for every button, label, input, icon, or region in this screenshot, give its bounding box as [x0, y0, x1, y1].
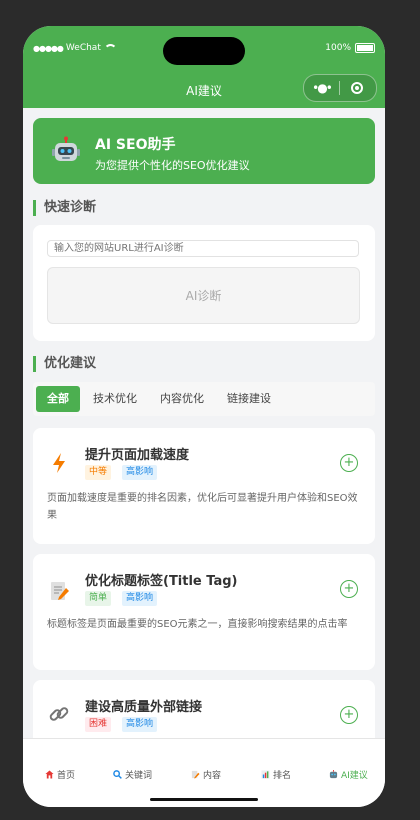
card-title: 建设高质量外部链接	[85, 700, 203, 715]
memo-icon	[191, 770, 200, 779]
tabbar-item-ai[interactable]: AI建议	[329, 768, 368, 781]
impact-badge: 高影响	[122, 465, 158, 480]
add-suggestion-button[interactable]: +	[340, 580, 358, 598]
tabbar-label: AI建议	[341, 771, 368, 781]
battery-percent: 100%	[325, 43, 351, 53]
tab-content[interactable]: 内容优化	[152, 386, 212, 412]
ai-diagnose-button[interactable]: AI诊断	[47, 267, 360, 324]
link-icon	[49, 707, 69, 721]
hero-title: AI SEO助手	[95, 137, 176, 153]
add-suggestion-button[interactable]: +	[340, 454, 358, 472]
tabbar-item-ranking[interactable]: 排名	[261, 768, 291, 781]
card-title: 提升页面加载速度	[85, 448, 190, 463]
suggestion-card[interactable]: 建设高质量外部链接 困难 高影响 +	[33, 680, 375, 738]
wifi-icon	[103, 44, 117, 52]
card-title: 优化标题标签(Title Tag)	[85, 574, 238, 589]
tab-technical[interactable]: 技术优化	[85, 386, 145, 412]
tabbar-label: 首页	[57, 771, 76, 781]
memo-icon	[51, 582, 69, 600]
tabbar-label: 关键词	[125, 771, 153, 781]
card-description: 页面加载速度是重要的排名因素，优化后可显著提升用户体验和SEO效果	[47, 493, 358, 521]
tab-links[interactable]: 链接建设	[219, 386, 279, 412]
signal-icon: ●●●●●	[33, 43, 64, 53]
suggestion-card[interactable]: 提升页面加载速度 中等 高影响 + 页面加载速度是重要的排名因素，优化后可显著提…	[33, 428, 375, 544]
home-indicator[interactable]	[150, 798, 258, 801]
tabbar-item-keywords[interactable]: 关键词	[113, 768, 152, 781]
tabbar-item-home[interactable]: 首页	[45, 768, 75, 781]
tabbar-label: 排名	[273, 771, 292, 781]
suggestion-tabs: 全部 技术优化 内容优化 链接建设	[33, 382, 375, 416]
carrier-label: WeChat	[65, 43, 101, 53]
robot-icon	[329, 770, 338, 779]
main-content[interactable]: AI SEO助手 为您提供个性化的SEO优化建议 快速诊断 AI诊断 优化建议 …	[23, 108, 385, 738]
bottom-tab-bar: 首页 关键词 内容 排名 AI建议	[23, 738, 385, 807]
url-input[interactable]	[47, 240, 359, 257]
bar-chart-icon	[261, 770, 270, 779]
signal-area: ●●●●● WeChat	[33, 43, 117, 53]
dynamic-island	[163, 37, 245, 65]
phone-screen: ●●●●● WeChat 100% AI建议 •●• AI SEO助手 为您提供…	[23, 26, 385, 807]
robot-icon	[52, 136, 80, 161]
impact-badge: 高影响	[122, 591, 158, 606]
card-description: 标题标签是页面最重要的SEO元素之一，直接影响搜索结果的点击率	[47, 619, 348, 630]
battery-area: 100%	[325, 43, 375, 53]
difficulty-badge: 中等	[85, 465, 112, 480]
suggestion-card[interactable]: 优化标题标签(Title Tag) 简单 高影响 + 标题标签是页面最重要的SE…	[33, 554, 375, 670]
impact-badge: 高影响	[122, 717, 158, 732]
difficulty-badge: 困难	[85, 717, 112, 732]
diagnosis-card: AI诊断	[33, 225, 375, 341]
magnifier-icon	[113, 770, 122, 779]
hero-banner: AI SEO助手 为您提供个性化的SEO优化建议	[33, 118, 375, 184]
nav-bar: AI建议 •●•	[23, 72, 385, 108]
battery-icon	[355, 43, 375, 53]
house-icon	[45, 770, 54, 779]
capsule-divider	[339, 81, 340, 95]
tabbar-label: 内容	[203, 771, 222, 781]
miniprogram-capsule: •●•	[303, 74, 377, 102]
hero-subtitle: 为您提供个性化的SEO优化建议	[95, 159, 250, 172]
lightning-icon	[53, 453, 65, 473]
section-title-suggestions: 优化建议	[33, 356, 96, 372]
close-target-icon[interactable]	[351, 82, 363, 94]
status-bar: ●●●●● WeChat 100%	[23, 26, 385, 72]
tabbar-item-content[interactable]: 内容	[191, 768, 221, 781]
section-title-diagnosis: 快速诊断	[33, 200, 96, 216]
add-suggestion-button[interactable]: +	[340, 706, 358, 724]
more-menu-button[interactable]: •●•	[304, 81, 339, 95]
tab-all[interactable]: 全部	[36, 386, 80, 412]
difficulty-badge: 简单	[85, 591, 112, 606]
